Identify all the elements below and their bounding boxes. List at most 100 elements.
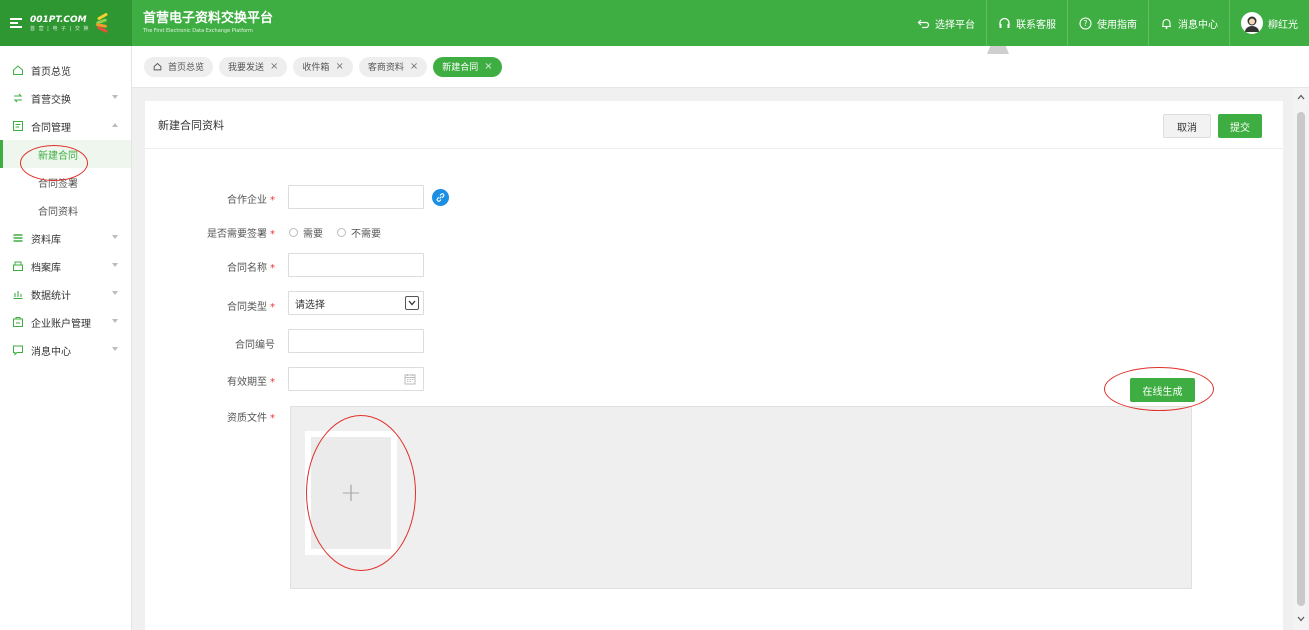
contract-name-input[interactable] [288, 253, 424, 277]
message-center-label: 消息中心 [1178, 19, 1218, 31]
home-icon [153, 62, 162, 71]
sign-required-label-text: 是否需要签署 [207, 229, 267, 240]
tab-label: 新建合同 [442, 63, 479, 73]
radio-need-label: 需要 [303, 229, 323, 240]
tab-send[interactable]: 我要发送 × [219, 56, 288, 77]
brand-area: 001PT.COM 首 营 | 电 子 | 交 换 [0, 0, 132, 46]
menu-icon[interactable] [10, 18, 22, 28]
upload-card[interactable]: + [305, 431, 397, 555]
sidebar-item-label: 首页总览 [31, 66, 71, 78]
required-mark: * [270, 195, 275, 206]
user-guide-label: 使用指南 [1097, 19, 1137, 31]
contract-type-label-text: 合同类型 [227, 302, 267, 313]
sidebar-item-statistics[interactable]: 数据统计 [0, 280, 131, 308]
submit-button[interactable]: 提交 [1218, 114, 1262, 138]
close-icon[interactable]: × [484, 61, 492, 72]
sidebar-item-archive[interactable]: 档案库 [0, 252, 131, 280]
account-icon [12, 316, 24, 328]
scroll-up-icon[interactable] [1297, 94, 1305, 102]
user-name: 柳红光 [1268, 19, 1298, 31]
required-mark: * [270, 263, 275, 274]
logo-subtext: 首 营 | 电 子 | 交 换 [30, 25, 90, 32]
return-icon [917, 17, 930, 30]
contact-support-button[interactable]: 联系客服 [986, 0, 1067, 46]
sidebar-subitem-new-contract[interactable]: 新建合同 [0, 140, 131, 168]
contract-type-select[interactable]: 请选择 [288, 291, 424, 315]
sidebar-item-home[interactable]: 首页总览 [0, 56, 131, 84]
expiry-date-label: 有效期至 * [145, 373, 275, 388]
logo-leaf-icon [94, 12, 110, 34]
header-notch-decoration [987, 46, 1009, 54]
stats-icon [12, 288, 24, 300]
sidebar-item-account[interactable]: 企业账户管理 [0, 308, 131, 336]
chevron-down-icon [112, 235, 118, 239]
tab-label: 收件箱 [302, 63, 330, 73]
close-icon[interactable]: × [270, 61, 278, 72]
sidebar-item-contracts[interactable]: 合同管理 [0, 112, 131, 140]
contract-number-input[interactable] [288, 329, 424, 353]
partner-input[interactable] [288, 185, 424, 209]
radio-not-need[interactable] [337, 228, 346, 237]
required-mark: * [270, 413, 275, 424]
user-guide-button[interactable]: ? 使用指南 [1067, 0, 1148, 46]
expiry-date-input[interactable] [288, 367, 424, 391]
add-file-button[interactable]: + [311, 437, 391, 549]
chevron-down-icon [112, 95, 118, 99]
cancel-button[interactable]: 取消 [1163, 114, 1211, 138]
chevron-down-icon [112, 347, 118, 351]
top-header: 001PT.COM 首 营 | 电 子 | 交 换 首营电子资料交换平台 The… [0, 0, 1309, 46]
tab-strip: 首页总览 我要发送 × 收件箱 × 客商资料 × 新建合同 × [132, 46, 1309, 88]
tab-home[interactable]: 首页总览 [144, 56, 214, 77]
radio-need[interactable] [289, 228, 298, 237]
tab-new-contract[interactable]: 新建合同 × [433, 56, 502, 77]
close-icon[interactable]: × [410, 61, 418, 72]
sidebar-item-exchange[interactable]: 首营交换 [0, 84, 131, 112]
user-menu[interactable]: 柳红光 [1229, 0, 1309, 46]
contract-name-label-text: 合同名称 [227, 263, 267, 274]
message-center-button[interactable]: 消息中心 [1148, 0, 1229, 46]
help-icon: ? [1079, 16, 1092, 30]
scroll-down-icon[interactable] [1297, 616, 1305, 624]
exchange-icon [12, 92, 24, 104]
vertical-scrollbar[interactable] [1293, 88, 1309, 630]
link-icon[interactable] [432, 189, 449, 206]
files-label: 资质文件 * [145, 409, 275, 424]
headset-icon [998, 17, 1011, 30]
close-icon[interactable]: × [335, 61, 343, 72]
bell-icon [1160, 17, 1173, 30]
message-icon [12, 344, 24, 356]
contract-type-selected: 请选择 [295, 299, 325, 311]
contract-number-label-text: 合同编号 [235, 340, 275, 351]
scrollbar-thumb[interactable] [1297, 112, 1305, 606]
select-platform-button[interactable]: 选择平台 [906, 0, 986, 46]
app-title: 首营电子资料交换平台 [143, 11, 274, 26]
sidebar-item-messages[interactable]: 消息中心 [0, 336, 131, 364]
logo-text: 001PT.COM [30, 14, 87, 25]
tab-customer-docs[interactable]: 客商资料 × [358, 56, 428, 77]
contract-name-label: 合同名称 * [145, 259, 275, 274]
sign-required-label: 是否需要签署 * [145, 225, 275, 240]
tab-label: 我要发送 [228, 63, 265, 73]
sidebar-subitem-contract-sign[interactable]: 合同签署 [0, 168, 131, 196]
sign-radio-group: 需要 不需要 [289, 225, 381, 240]
home-icon [12, 64, 24, 76]
select-platform-label: 选择平台 [935, 19, 975, 31]
calendar-icon[interactable] [404, 373, 416, 385]
required-mark: * [270, 377, 275, 388]
sidebar-item-label: 首营交换 [31, 94, 71, 106]
sidebar-subitem-contract-docs[interactable]: 合同资料 [0, 196, 131, 224]
expiry-date-label-text: 有效期至 [227, 377, 267, 388]
sidebar-item-label: 企业账户管理 [31, 318, 91, 330]
tab-inbox[interactable]: 收件箱 × [293, 56, 353, 77]
sidebar-item-label: 数据统计 [31, 290, 71, 302]
app-subtitle: The First Electronic Data Exchange Platf… [143, 28, 253, 34]
sidebar-item-library[interactable]: 资料库 [0, 224, 131, 252]
plus-icon: + [340, 478, 362, 508]
tab-label: 客商资料 [367, 63, 404, 73]
sidebar-item-label: 资料库 [31, 234, 61, 246]
page-title: 新建合同资料 [158, 118, 224, 132]
partner-label-text: 合作企业 [227, 195, 267, 206]
avatar [1241, 12, 1263, 34]
header-actions: 选择平台 联系客服 ? 使用指南 消息中心 柳红光 [906, 0, 1309, 46]
generate-online-button[interactable]: 在线生成 [1130, 378, 1195, 402]
